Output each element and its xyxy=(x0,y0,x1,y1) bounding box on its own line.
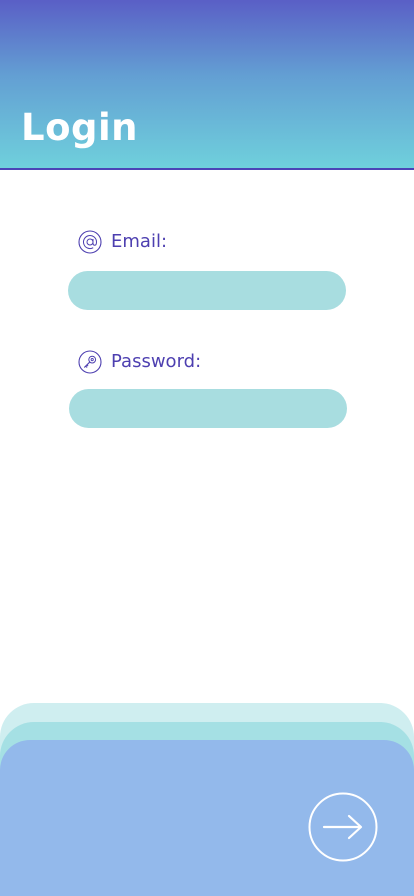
submit-button[interactable] xyxy=(308,792,378,862)
header-bar: Login xyxy=(0,0,414,170)
email-label-row: Email: xyxy=(78,229,167,255)
at-sign-icon xyxy=(78,230,102,254)
password-input[interactable] xyxy=(69,389,347,428)
password-label-row: Password: xyxy=(78,349,201,375)
password-label: Password: xyxy=(111,351,202,372)
login-screen: Login Email: Password: xyxy=(0,0,414,896)
arrow-right-icon xyxy=(308,792,378,866)
email-input[interactable] xyxy=(68,271,346,310)
email-label: Email: xyxy=(111,231,168,252)
key-icon xyxy=(78,350,102,374)
page-title: Login xyxy=(21,106,139,149)
